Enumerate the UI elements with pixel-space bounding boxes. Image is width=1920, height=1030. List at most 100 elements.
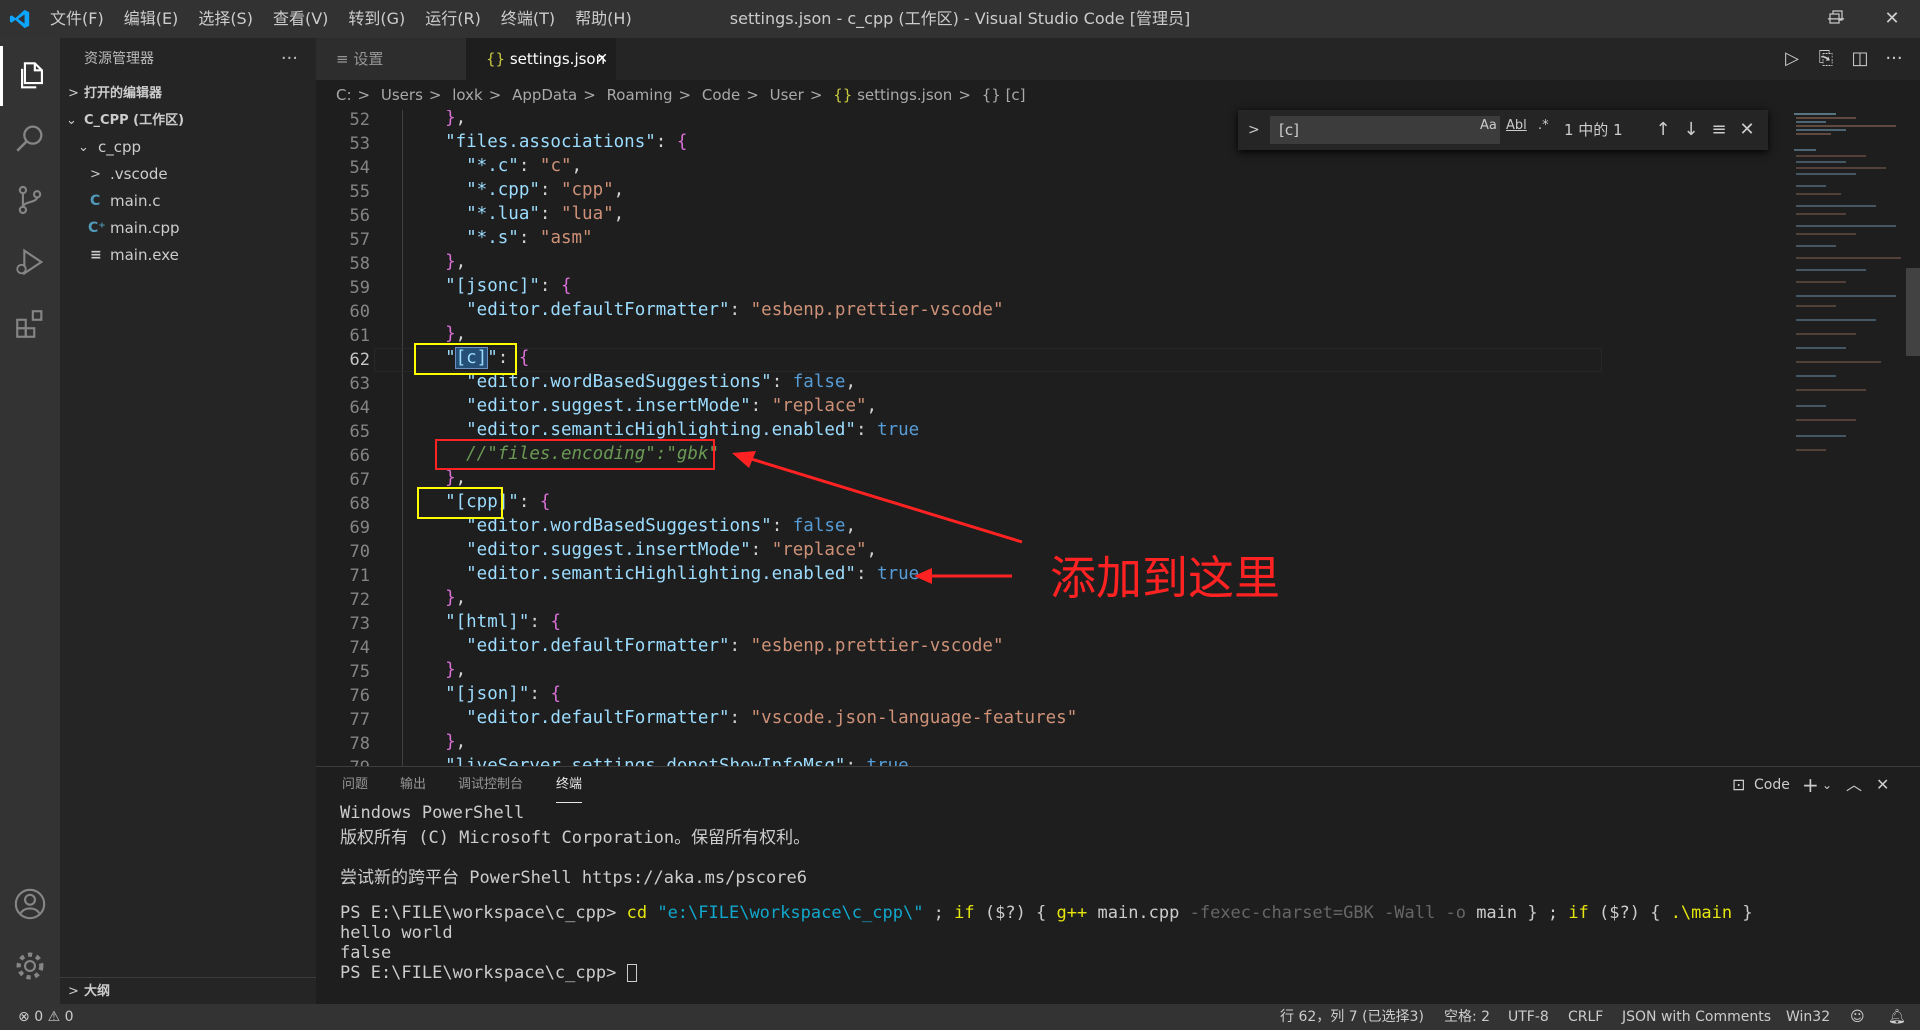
terminal-icon: ⊡ [1732, 775, 1746, 794]
breadcrumb-item[interactable]: settings.json [857, 86, 952, 104]
json-file-icon: {} [833, 86, 853, 104]
breadcrumb-item[interactable]: loxk [452, 86, 482, 104]
tab-settings-json[interactable]: {} settings.json ✕ [466, 38, 616, 80]
indentation-status[interactable]: 空格: 2 [1444, 1004, 1490, 1030]
menu-terminal[interactable]: 终端(T) [491, 0, 565, 38]
close-tab-icon[interactable]: ✕ [596, 38, 608, 80]
minimize-button[interactable] [1744, 0, 1800, 38]
breadcrumb-item[interactable]: Roaming [607, 86, 673, 104]
feedback-icon[interactable]: ☺ [1850, 1004, 1865, 1030]
run-debug-icon[interactable] [0, 232, 60, 292]
notifications-bell-icon[interactable]: 🔔︎ [1888, 1004, 1906, 1030]
editor-scrollbar-thumb[interactable] [1906, 268, 1920, 356]
restore-icon[interactable] [1808, 0, 1864, 38]
tree-item-main-exe[interactable]: ≡ main.exe [60, 242, 316, 269]
workspace-label: C_CPP (工作区) [84, 113, 185, 128]
menu-file[interactable]: 文件(F) [40, 0, 114, 38]
terminal-line: Windows PowerShell [340, 803, 525, 823]
menu-run[interactable]: 运行(R) [415, 0, 491, 38]
menu-view[interactable]: 查看(V) [263, 0, 338, 38]
cmd-token: .\main [1670, 903, 1733, 923]
use-regex-toggle[interactable]: .* [1538, 118, 1549, 133]
next-match-icon[interactable]: ↓ [1678, 110, 1704, 150]
cmd-token: } [1732, 903, 1753, 923]
platform-status[interactable]: Win32 [1786, 1004, 1830, 1030]
breadcrumb-item[interactable]: Code [702, 86, 740, 104]
maximize-panel-icon[interactable]: ︿ [1846, 767, 1862, 803]
code-line: "editor.suggest.insertMode": "replace", [424, 540, 878, 560]
tree-item-main-cpp[interactable]: C⁺ main.cpp [60, 215, 316, 242]
previous-match-icon[interactable]: ↑ [1650, 110, 1676, 150]
tab-problems[interactable]: 问题 [342, 767, 368, 803]
folder-c-cpp[interactable]: ⌄ c_cpp [60, 134, 316, 161]
cpp-file-icon: C⁺ [88, 220, 106, 236]
close-find-icon[interactable]: ✕ [1734, 110, 1760, 150]
terminal-name[interactable]: Code [1754, 767, 1790, 803]
code-line: "[html]": { [424, 612, 561, 632]
menu-edit[interactable]: 编辑(E) [114, 0, 189, 38]
line-number: 65 [349, 422, 370, 442]
code-line: //"files.encoding":"gbk" [424, 444, 720, 464]
code-line: }, [424, 252, 467, 272]
new-terminal-icon[interactable]: + [1802, 767, 1819, 803]
more-actions-icon[interactable]: ··· [1878, 38, 1910, 80]
extensions-icon[interactable] [0, 294, 60, 354]
minimap[interactable] [1786, 110, 1906, 480]
source-control-icon[interactable] [0, 170, 60, 230]
tree-item-main-c[interactable]: C main.c [60, 188, 316, 215]
menu-selection[interactable]: 选择(S) [188, 0, 263, 38]
match-whole-word-toggle[interactable]: Abl [1506, 118, 1527, 133]
find-match-count: 1 中的 1 [1564, 121, 1623, 139]
search-icon[interactable] [0, 108, 60, 168]
workspace-section[interactable]: ⌄ C_CPP (工作区) [60, 107, 316, 134]
encoding-status[interactable]: UTF-8 [1508, 1004, 1549, 1030]
run-icon[interactable]: ▷ [1776, 38, 1808, 80]
tab-output[interactable]: 输出 [400, 767, 426, 803]
tab-label: 设置 [353, 50, 384, 68]
split-editor-icon[interactable]: ◫ [1844, 38, 1876, 80]
toggle-replace-icon[interactable]: > [1248, 110, 1260, 150]
tab-debug-console[interactable]: 调试控制台 [458, 767, 523, 803]
title-bar: 文件(F) 编辑(E) 选择(S) 查看(V) 转到(G) 运行(R) 终端(T… [0, 0, 1920, 38]
chevron-down-icon[interactable]: ⌄ [1822, 767, 1832, 803]
breadcrumb-item[interactable]: AppData [512, 86, 577, 104]
cmd-token: if [954, 903, 975, 923]
menu-go[interactable]: 转到(G) [338, 0, 415, 38]
open-settings-ui-icon[interactable]: ⎘ [1810, 38, 1842, 80]
menu-help[interactable]: 帮助(H) [565, 0, 642, 38]
code-editor[interactable]: 52 53 54 55 56 57 58 59 60 61 62 63 64 6… [316, 110, 1920, 766]
tab-settings-ui[interactable]: ≡ 设置 [316, 38, 466, 80]
tab-terminal[interactable]: 终端 [556, 767, 583, 803]
c-file-icon: C [90, 193, 101, 209]
close-panel-icon[interactable]: ✕ [1876, 767, 1889, 803]
line-number: 72 [349, 590, 370, 610]
breadcrumb-item[interactable]: User [770, 86, 804, 104]
breadcrumb-item[interactable]: Users [381, 86, 423, 104]
open-editors-section[interactable]: > 打开的编辑器 [60, 80, 316, 107]
breadcrumb-item[interactable]: [c] [1006, 86, 1026, 104]
find-input[interactable] [1270, 116, 1500, 144]
language-mode[interactable]: JSON with Comments [1622, 1004, 1771, 1030]
line-number: 71 [349, 566, 370, 586]
code-line: }, [424, 732, 467, 752]
line-number: 61 [349, 326, 370, 346]
match-case-toggle[interactable]: Aa [1480, 118, 1497, 133]
code-line: "editor.semanticHighlighting.enabled": t… [424, 420, 920, 440]
more-actions-icon[interactable]: ··· [281, 38, 298, 80]
manage-gear-icon[interactable] [0, 936, 60, 996]
accounts-icon[interactable] [0, 874, 60, 934]
terminal-prompt-line[interactable]: PS E:\FILE\workspace\c_cpp> [340, 963, 637, 983]
problems-status[interactable]: ⊗ 0 ⚠ 0 [18, 1004, 74, 1030]
outline-section[interactable]: > 大纲 [60, 977, 316, 1004]
find-in-selection-icon[interactable]: ≡ [1706, 110, 1732, 150]
cmd-token: ($?) { [974, 903, 1057, 923]
explorer-sidebar: 资源管理器 ··· > 打开的编辑器 ⌄ C_CPP (工作区) ⌄ c_cpp… [60, 38, 316, 1004]
line-number: 68 [349, 494, 370, 514]
tree-item-vscode[interactable]: > .vscode [60, 161, 316, 188]
breadcrumb-item[interactable]: C: [336, 86, 352, 104]
eol-status[interactable]: CRLF [1568, 1004, 1603, 1030]
explorer-icon[interactable] [0, 46, 60, 106]
cursor-position[interactable]: 行 62，列 7 (已选择3) [1280, 1004, 1424, 1030]
code-line: }, [424, 110, 467, 128]
close-window-icon[interactable]: ✕ [1864, 0, 1920, 38]
